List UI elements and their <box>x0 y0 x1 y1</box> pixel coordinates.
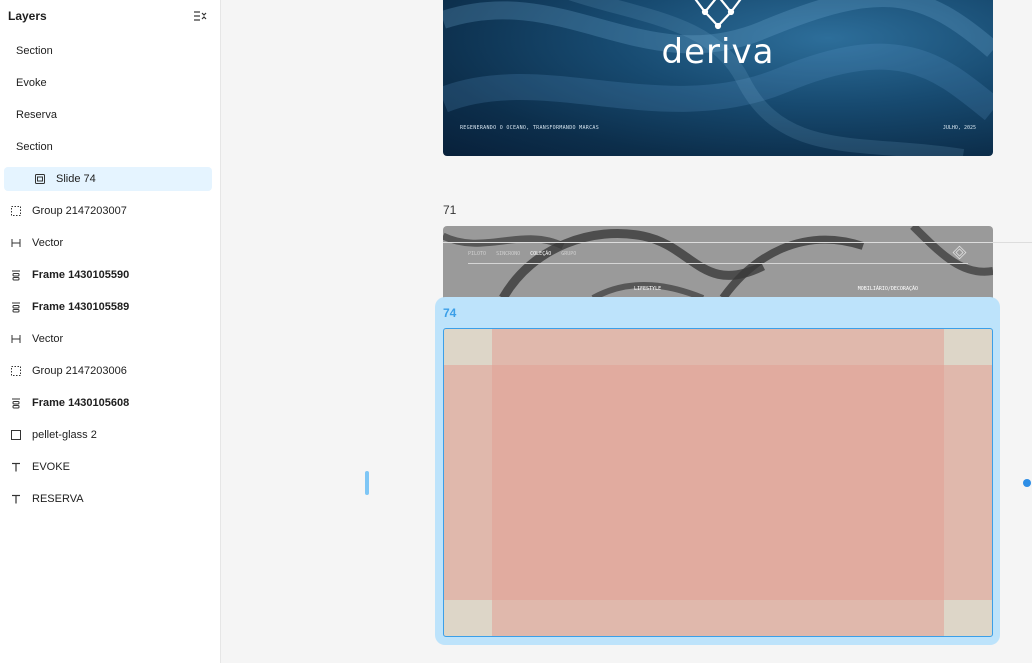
layer-label: Evoke <box>16 77 47 89</box>
nav-item: GRUPO <box>561 251 577 257</box>
layer-item-vector[interactable]: Vector <box>0 227 220 259</box>
ocean-texture <box>443 0 993 156</box>
slide-71-nav: PILOTO SINCRONO COLEÇÃO GRUPO <box>468 251 576 257</box>
text-icon <box>9 460 23 474</box>
slide-71[interactable]: PILOTO SINCRONO COLEÇÃO GRUPO LIFESTYLE … <box>443 226 993 298</box>
layers-header: Layers <box>0 0 220 32</box>
layer-label: Section <box>16 45 53 57</box>
vector-icon <box>9 236 23 250</box>
slide-deriva-cover[interactable]: deriva REGENERANDO O OCEANO, TRANSFORMAN… <box>443 0 993 156</box>
layer-item-evoke[interactable]: EVOKE <box>0 451 220 483</box>
layers-title: Layers <box>8 9 47 23</box>
layer-item-frame-1430105589[interactable]: Frame 1430105589 <box>0 291 220 323</box>
layer-label: Slide 74 <box>56 173 96 185</box>
slide-71-tag-right: MOBILIÁRIO/DECORAÇÃO <box>857 286 918 292</box>
layer-label: pellet-glass 2 <box>32 429 97 441</box>
diamond-logo-icon <box>952 245 967 260</box>
layer-item-group-2147203006[interactable]: Group 2147203006 <box>0 355 220 387</box>
nav-item-active: COLEÇÃO <box>530 251 552 257</box>
rectangle-icon <box>9 428 23 442</box>
auto-layout-icon <box>9 268 23 282</box>
layer-label: Reserva <box>16 109 57 121</box>
group-icon <box>9 204 23 218</box>
slide-icon <box>33 172 47 186</box>
deriva-logo-mark <box>694 0 742 30</box>
layer-label: Frame 1430105608 <box>32 397 130 409</box>
auto-layout-icon <box>9 396 23 410</box>
layer-label: Group 2147203007 <box>32 205 127 217</box>
vector-icon <box>9 332 23 346</box>
layer-item-slide-74[interactable]: Slide 74 <box>4 167 212 191</box>
text-icon <box>9 492 23 506</box>
layer-item-reserva[interactable]: RESERVA <box>0 483 220 515</box>
layer-label: Vector <box>32 333 64 345</box>
list-collapse-icon[interactable] <box>192 8 208 24</box>
auto-layout-icon <box>9 300 23 314</box>
layer-item-frame-1430105608[interactable]: Frame 1430105608 <box>0 387 220 419</box>
slide-date: JULHO, 2025 <box>942 125 976 131</box>
layer-label: Vector <box>32 237 64 249</box>
layers-panel: Layers Section Evoke Reserva Section Slide 7… <box>0 0 221 663</box>
slide-74-frame[interactable] <box>443 328 993 637</box>
design-canvas[interactable]: deriva REGENERANDO O OCEANO, TRANSFORMAN… <box>221 0 1032 663</box>
layer-item-evoke[interactable]: Evoke <box>0 67 220 99</box>
layer-label: EVOKE <box>32 461 70 473</box>
layer-label: Section <box>16 141 53 153</box>
layer-item-section[interactable]: Section <box>0 35 220 67</box>
slide-71-divider <box>468 263 968 264</box>
layout-grid-rows <box>444 365 992 600</box>
slide-label-74[interactable]: 74 <box>443 306 456 320</box>
layer-label: Group 2147203006 <box>32 365 127 377</box>
resize-handle[interactable] <box>365 471 369 495</box>
anchor-point[interactable] <box>1023 479 1031 487</box>
layer-label: Frame 1430105590 <box>32 269 130 281</box>
layer-item-frame-1430105590[interactable]: Frame 1430105590 <box>0 259 220 291</box>
layer-label: RESERVA <box>32 493 84 505</box>
canvas-guide-line <box>443 242 1032 243</box>
brand-wordmark: deriva <box>661 32 775 72</box>
layer-item-group-2147203007[interactable]: Group 2147203007 <box>0 195 220 227</box>
slide-tagline: REGENERANDO O OCEANO, TRANSFORMANDO MARC… <box>460 125 600 131</box>
layer-item-reserva[interactable]: Reserva <box>0 99 220 131</box>
slide-71-tag-left: LIFESTYLE <box>634 286 662 292</box>
nav-item: SINCRONO <box>496 251 521 257</box>
slide-label-71[interactable]: 71 <box>443 203 456 217</box>
layer-item-section[interactable]: Section <box>0 131 220 163</box>
layer-item-pellet-glass-2[interactable]: pellet-glass 2 <box>0 419 220 451</box>
group-icon <box>9 364 23 378</box>
layer-list: Section Evoke Reserva Section Slide 74 Group … <box>0 35 220 515</box>
nav-item: PILOTO <box>468 251 487 257</box>
layer-label: Frame 1430105589 <box>32 301 130 313</box>
layer-item-vector[interactable]: Vector <box>0 323 220 355</box>
